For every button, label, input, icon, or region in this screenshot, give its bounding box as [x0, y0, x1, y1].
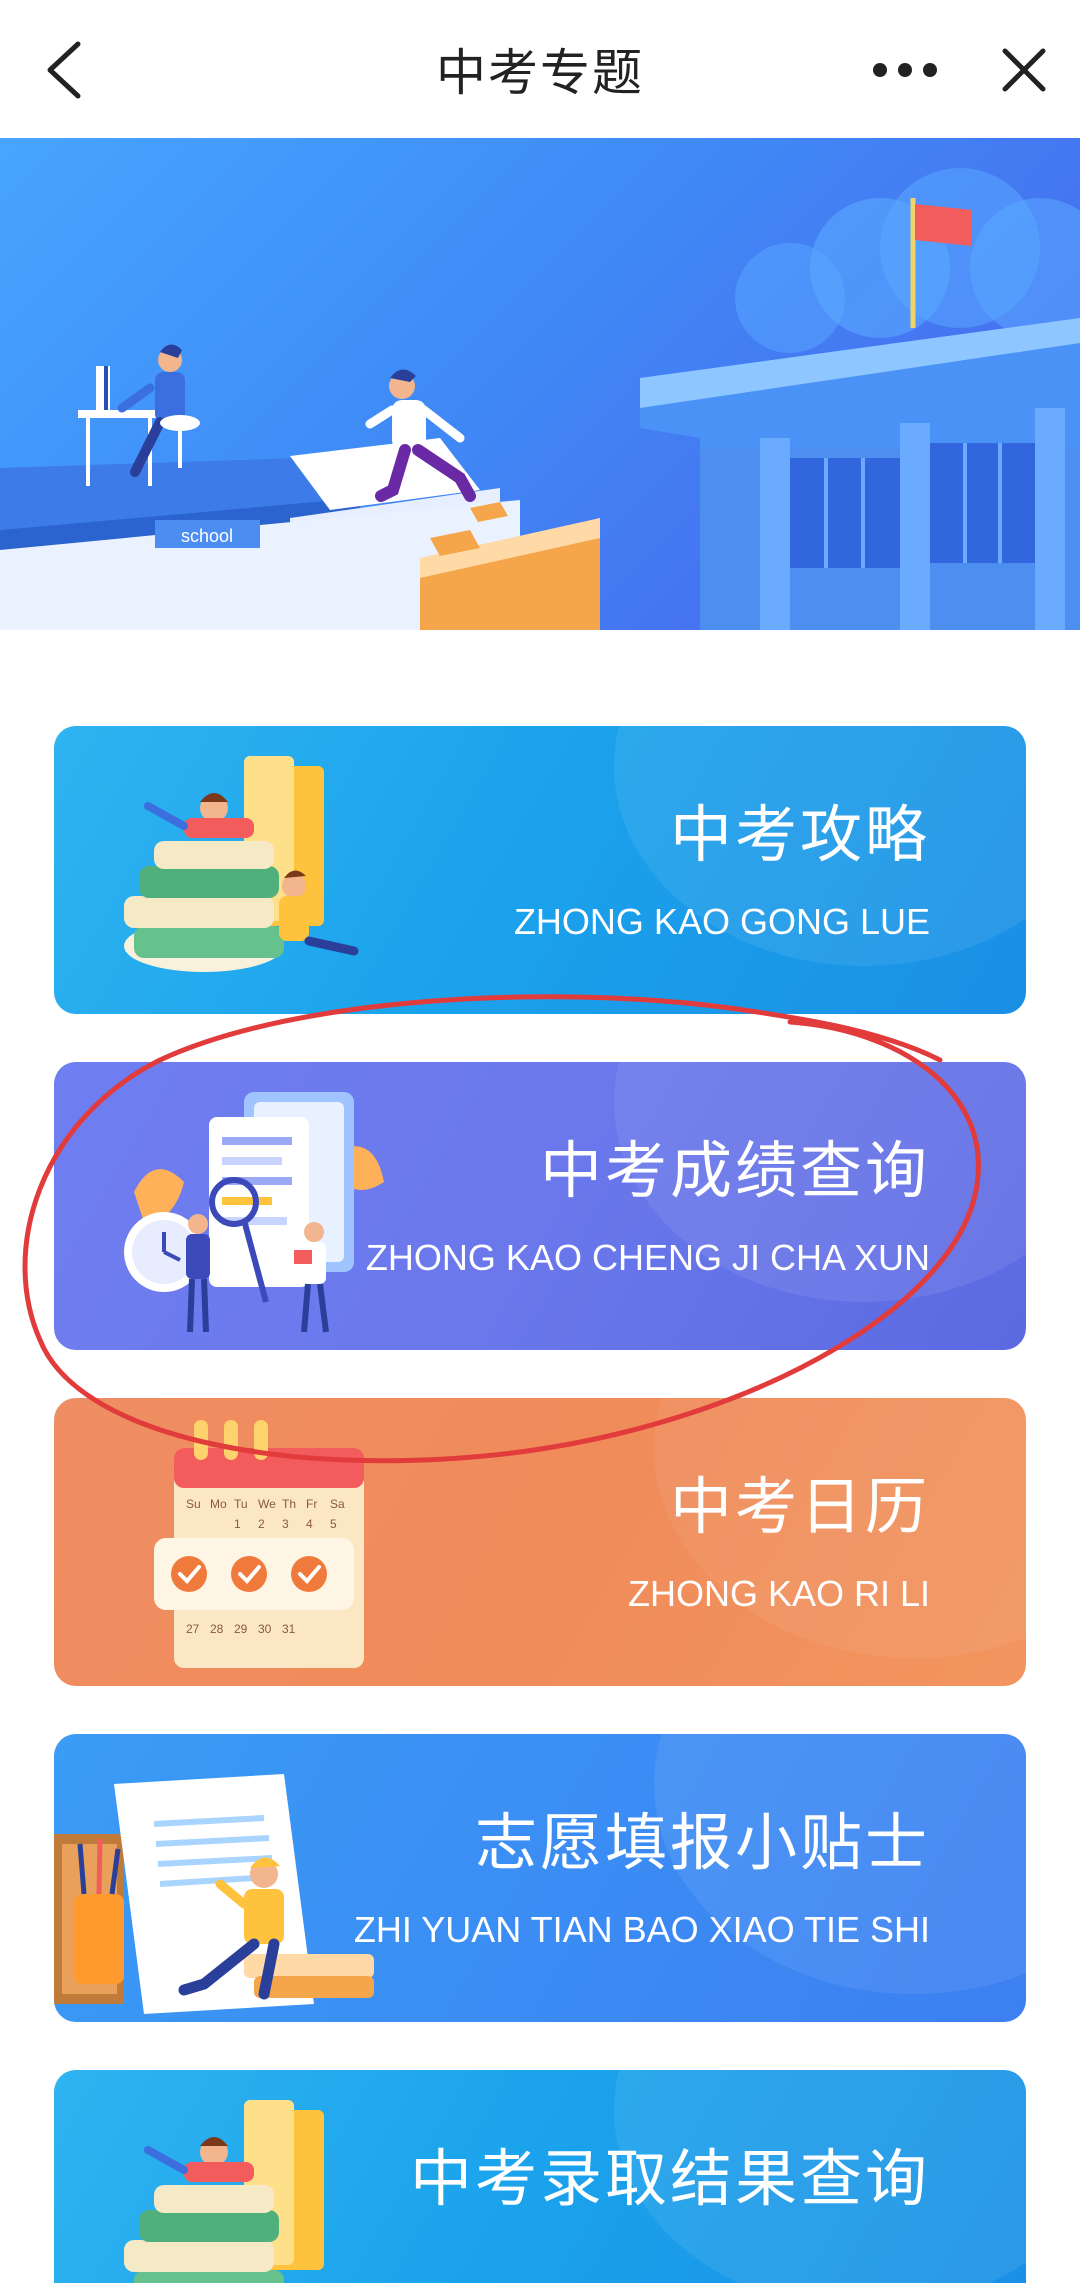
- card-title: 中考成绩查询: [539, 1134, 930, 1207]
- weekday-label: Sa: [330, 1497, 345, 1511]
- calendar-day: 4: [306, 1517, 313, 1531]
- back-button[interactable]: [28, 34, 100, 106]
- chevron-left-icon: [47, 41, 81, 99]
- card-title: 中考日历: [669, 1470, 930, 1543]
- calendar-day: 1: [234, 1517, 241, 1531]
- card-title: 志愿填报小贴士: [474, 1806, 930, 1879]
- card-calendar[interactable]: Su Mo Tu We Th Fr Sa 1 2 3 4 5 27 28 29 …: [54, 1398, 1026, 1686]
- card-subtitle: ZHONG KAO GONG LUE: [513, 901, 930, 942]
- card-strategy[interactable]: 中考攻略 ZHONG KAO GONG LUE: [54, 726, 1026, 1014]
- page-title: 中考专题: [436, 44, 644, 102]
- weekday-label: Tu: [234, 1497, 248, 1511]
- card-score-query[interactable]: 中考成绩查询 ZHONG KAO CHENG JI CHA XUN: [54, 1062, 1026, 1350]
- application-tips-illustration: [54, 1774, 374, 2014]
- calendar-day: 28: [210, 1622, 224, 1636]
- weekday-label: Th: [282, 1497, 296, 1511]
- top-navigation-bar: 中考专题: [0, 0, 1080, 138]
- close-button[interactable]: [988, 34, 1060, 106]
- close-icon: [1002, 48, 1046, 92]
- card-subtitle: ZHONG KAO CHENG JI CHA XUN: [365, 1237, 930, 1278]
- calendar-day: 2: [258, 1517, 265, 1531]
- calendar-day: 5: [330, 1517, 337, 1531]
- calendar-day: 31: [282, 1622, 296, 1636]
- card-admission-result-query[interactable]: 中考录取结果查询: [54, 2070, 1026, 2283]
- score-report-illustration: [124, 1092, 384, 1333]
- calendar-day: 30: [258, 1622, 272, 1636]
- books-reading-illustration: [124, 756, 359, 972]
- card-application-tips[interactable]: 志愿填报小贴士 ZHI YUAN TIAN BAO XIAO TIE SHI: [54, 1734, 1026, 2022]
- school-sign-text: school: [181, 526, 233, 546]
- card-title: 中考录取结果查询: [409, 2142, 930, 2215]
- calendar-day: 27: [186, 1622, 200, 1636]
- card-subtitle: ZHONG KAO RI LI: [627, 1573, 930, 1614]
- card-title: 中考攻略: [669, 798, 930, 871]
- more-dots-icon: [873, 63, 937, 77]
- calendar-day: 29: [234, 1622, 248, 1636]
- card-subtitle: ZHI YUAN TIAN BAO XIAO TIE SHI: [353, 1909, 930, 1950]
- more-button[interactable]: [860, 38, 950, 102]
- weekday-label: Mo: [210, 1497, 227, 1511]
- calendar-day: 3: [282, 1517, 289, 1531]
- weekday-label: Su: [186, 1497, 201, 1511]
- school-banner-illustration: school: [0, 168, 1080, 630]
- weekday-label: Fr: [306, 1497, 317, 1511]
- banner-image: school: [0, 138, 1080, 630]
- books-reading-illustration: [124, 2100, 324, 2283]
- weekday-label: We: [258, 1497, 276, 1511]
- calendar-illustration: Su Mo Tu We Th Fr Sa 1 2 3 4 5 27 28 29 …: [154, 1420, 364, 1668]
